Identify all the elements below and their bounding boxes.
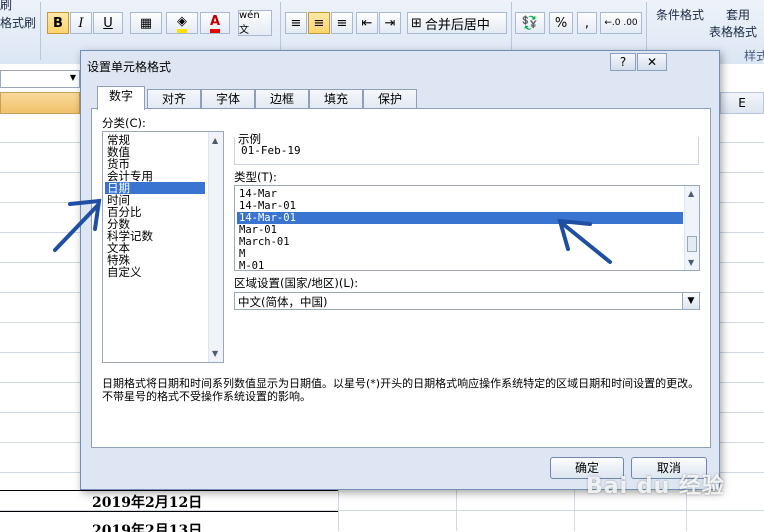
arrow-icon: [557, 218, 612, 264]
annotation-arrows: [53, 198, 612, 264]
tab-number[interactable]: 数字: [97, 86, 145, 110]
arrow-icon: [53, 198, 102, 252]
watermark: Bai du 经验: [586, 474, 725, 499]
